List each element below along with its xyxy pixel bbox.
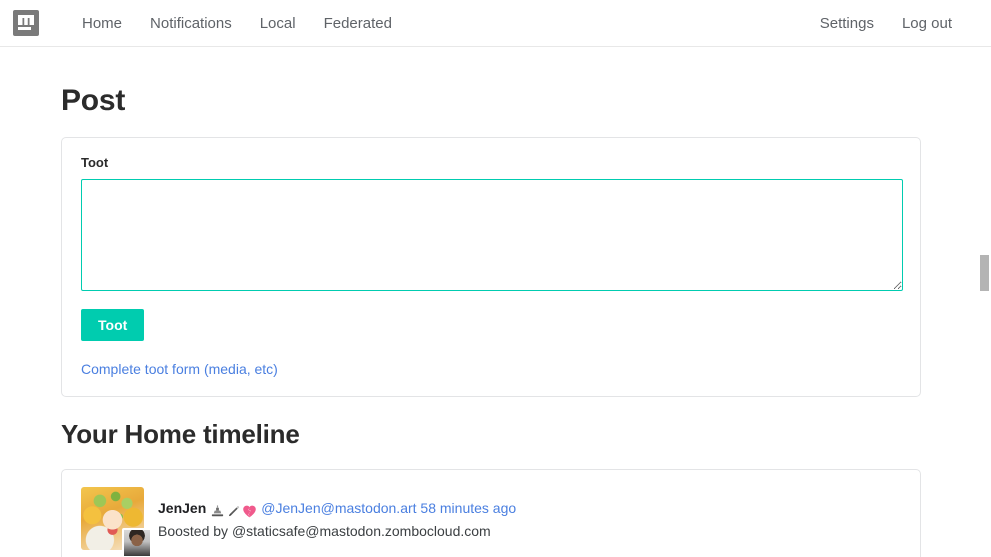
nav-link-notifications[interactable]: Notifications [136,0,246,47]
timeline-post-body: JenJen @JenJen@mastodon.art 58 minutes ag… [158,487,901,557]
nav-link-home[interactable]: Home [68,0,136,47]
post-compose-card: Toot Toot Complete toot form (media, etc… [61,137,921,397]
nav-link-federated[interactable]: Federated [310,0,406,47]
custom-emoji-group [210,500,258,520]
nav-link-logout[interactable]: Log out [888,0,966,47]
page-title: Post [61,84,921,118]
post-boosted-by: Boosted by @staticsafe@mastodon.zomboclo… [158,521,901,543]
mastodon-logo-icon[interactable] [13,10,39,36]
ink-pot-emoji [210,504,225,519]
complete-toot-form-link[interactable]: Complete toot form (media, etc) [81,361,901,377]
avatar-image-booster[interactable] [122,528,152,557]
post-author-name: JenJen [158,500,206,516]
avatar[interactable] [81,487,144,550]
page-scrollbar-track[interactable] [976,47,991,557]
page-scrollbar-thumb[interactable] [980,255,989,291]
timeline-post: JenJen @JenJen@mastodon.art 58 minutes ag… [81,487,901,557]
post-author-handle[interactable]: @JenJen@mastodon.art [261,500,416,516]
nav-link-settings[interactable]: Settings [806,0,888,47]
post-timestamp[interactable]: 58 minutes ago [420,500,516,516]
content-container: Post Toot Toot Complete toot form (media… [61,84,921,557]
account-nav-links: Settings Log out [806,0,966,47]
toot-textarea[interactable] [81,179,903,291]
timeline-heading: Your Home timeline [61,419,921,450]
timeline-post-header: JenJen @JenJen@mastodon.art 58 minutes ag… [158,498,901,520]
pen-nib-emoji [226,504,241,519]
page-content: Post Toot Toot Complete toot form (media… [0,84,991,557]
toot-submit-button[interactable]: Toot [81,309,144,341]
top-navigation-bar: Home Notifications Local Federated Setti… [0,0,991,47]
toot-field-label: Toot [81,155,901,170]
primary-nav-links: Home Notifications Local Federated [68,0,406,47]
nav-link-local[interactable]: Local [246,0,310,47]
pink-broken-heart-emoji [242,504,257,519]
timeline-card: JenJen @JenJen@mastodon.art 58 minutes ag… [61,469,921,557]
